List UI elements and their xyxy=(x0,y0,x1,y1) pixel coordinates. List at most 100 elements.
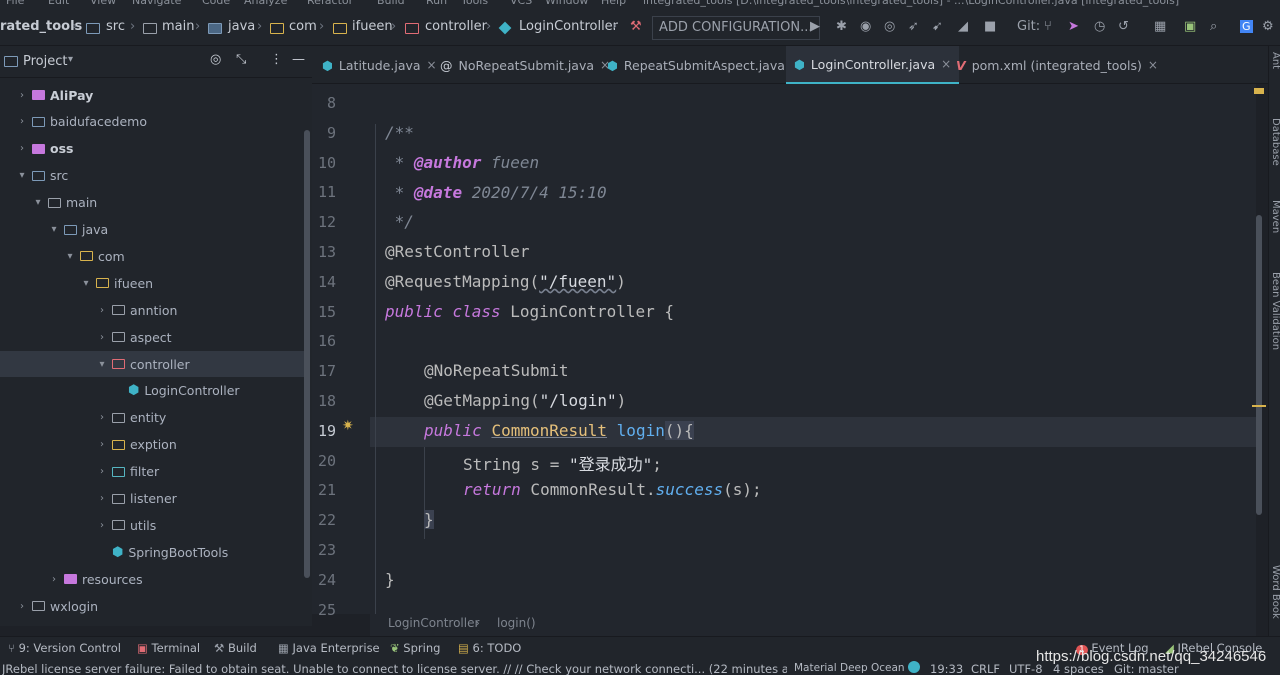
tree-item[interactable]: › listener xyxy=(0,486,306,512)
breadcrumb-method[interactable]: login() xyxy=(497,616,536,630)
chevron-right-icon[interactable]: › xyxy=(48,574,60,585)
todo-tab[interactable]: ▤ 6: TODO xyxy=(458,641,521,655)
line-number[interactable]: 9 xyxy=(312,124,336,142)
bean-validation-tool[interactable]: Bean Validation xyxy=(1270,272,1280,350)
line-number[interactable]: 25 xyxy=(312,601,336,619)
database-tool[interactable]: Database xyxy=(1270,118,1280,166)
status-message[interactable]: JRebel license server failure: Failed to… xyxy=(2,662,787,675)
close-icon[interactable]: × xyxy=(427,58,437,72)
menu-item[interactable]: Build xyxy=(377,0,405,7)
tree-item[interactable]: ▾ ifueen xyxy=(0,270,306,296)
chevron-right-icon[interactable]: › xyxy=(16,90,28,101)
tree-item[interactable]: ▾ main xyxy=(0,190,306,216)
crumb-src[interactable]: src xyxy=(106,19,125,34)
tree-item[interactable]: › filter xyxy=(0,459,306,485)
line-number[interactable]: 20 xyxy=(312,452,336,470)
crumb-com[interactable]: com xyxy=(289,19,317,34)
intention-bulb-icon[interactable]: ✷ xyxy=(342,418,354,434)
tree-item[interactable]: › oss xyxy=(0,136,306,162)
tree-item[interactable]: › baidufacedemo xyxy=(0,109,306,135)
menu-item[interactable]: Code xyxy=(202,0,230,7)
menu-item[interactable]: Edit xyxy=(48,0,69,7)
warning-marker[interactable] xyxy=(1252,405,1266,407)
menu-item[interactable]: Refactor xyxy=(307,0,353,7)
stop-icon[interactable]: ■ xyxy=(984,19,996,34)
translate-icon[interactable]: G xyxy=(1240,20,1253,33)
build-tab[interactable]: ⚒ Build xyxy=(214,641,257,655)
search-icon[interactable]: ⌕ xyxy=(1210,19,1217,34)
menu-item[interactable]: Tools xyxy=(461,0,488,7)
close-icon[interactable]: × xyxy=(1148,58,1158,72)
menu-item[interactable]: File xyxy=(6,0,24,7)
chevron-right-icon[interactable]: › xyxy=(16,601,28,612)
chevron-right-icon[interactable]: › xyxy=(96,520,108,531)
chevron-down-icon[interactable]: ▾ xyxy=(64,251,76,262)
line-number[interactable]: 14 xyxy=(312,273,336,291)
theme-indicator[interactable]: Material Deep Ocean xyxy=(794,662,905,674)
chevron-down-icon[interactable]: ▾ xyxy=(32,197,44,208)
git-push-icon[interactable]: ➤ xyxy=(1068,19,1079,34)
structure-icon[interactable]: ▦ xyxy=(1154,19,1166,34)
jrebel-run-icon[interactable]: ➶ xyxy=(908,19,919,34)
tree-item[interactable]: › exption xyxy=(0,432,306,458)
editor-scrollbar[interactable] xyxy=(1256,215,1262,515)
maven-tool[interactable]: Maven xyxy=(1270,200,1280,233)
line-number[interactable]: 11 xyxy=(312,183,336,201)
close-icon[interactable]: × xyxy=(941,57,951,71)
terminal-tab[interactable]: ▣ Terminal xyxy=(137,641,200,655)
tree-item[interactable]: › anntion xyxy=(0,297,306,323)
tree-item[interactable]: › entity xyxy=(0,405,306,431)
tree-item[interactable]: ▾ src xyxy=(0,163,306,189)
tree-scrollbar[interactable] xyxy=(304,130,310,578)
coverage-icon[interactable]: ◉ xyxy=(860,19,871,34)
menu-item[interactable]: Run xyxy=(426,0,447,7)
code-editor[interactable]: /** * @author fueen * @date 2020/7/4 15:… xyxy=(370,84,1256,614)
tree-item[interactable]: › resources xyxy=(0,566,306,592)
tab-repeatsubmitaspect[interactable]: ⬢ RepeatSubmitAspect.java × xyxy=(607,46,801,84)
tab-latitude[interactable]: ⬢ Latitude.java × xyxy=(322,46,437,84)
add-configuration-button[interactable]: ADD CONFIGURATION... xyxy=(652,16,820,40)
line-number[interactable]: 21 xyxy=(312,481,336,499)
chevron-down-icon[interactable]: ▾ xyxy=(80,278,92,289)
chevron-right-icon[interactable]: › xyxy=(16,116,28,127)
tree-item[interactable]: ▾ com xyxy=(0,243,306,269)
chevron-right-icon[interactable]: › xyxy=(96,439,108,450)
chevron-right-icon[interactable]: › xyxy=(96,493,108,504)
menu-item[interactable]: Analyze xyxy=(244,0,287,7)
chevron-down-icon[interactable]: ▾ xyxy=(96,359,108,370)
line-number[interactable]: 17 xyxy=(312,362,336,380)
chevron-right-icon[interactable]: › xyxy=(96,305,108,316)
tree-item[interactable]: › wxlogin xyxy=(0,593,306,619)
menu-item[interactable]: Navigate xyxy=(132,0,181,7)
menu-item[interactable]: View xyxy=(90,0,116,7)
version-control-tab[interactable]: ⑂ 9: Version Control xyxy=(8,641,121,655)
tree-item[interactable]: ⬢ LoginController xyxy=(0,378,306,404)
spring-tab[interactable]: ❦ Spring xyxy=(390,641,440,655)
run-icon[interactable]: ▶ xyxy=(810,19,820,34)
warning-marker[interactable] xyxy=(1254,88,1264,94)
jrebel-debug-icon[interactable]: ➹ xyxy=(932,19,943,34)
line-number[interactable]: 22 xyxy=(312,511,336,529)
locate-icon[interactable]: ◎ xyxy=(210,52,221,67)
crumb-main[interactable]: main xyxy=(162,19,194,34)
tab-pom[interactable]: V pom.xml (integrated_tools) × xyxy=(956,46,1158,84)
line-number[interactable]: 19 xyxy=(312,422,336,440)
crumb-java[interactable]: java xyxy=(228,19,255,34)
chevron-right-icon[interactable]: › xyxy=(96,466,108,477)
git-update-icon[interactable]: ⑂ xyxy=(1044,19,1052,34)
breadcrumb-class[interactable]: LoginController xyxy=(388,616,479,630)
chevron-down-icon[interactable]: ▾ xyxy=(16,170,28,181)
profile-icon[interactable]: ◎ xyxy=(884,19,895,34)
debug-icon[interactable]: ✱ xyxy=(836,19,847,34)
hammer-icon[interactable]: ⚒ xyxy=(630,19,642,34)
line-number[interactable]: 8 xyxy=(312,94,336,112)
tab-logincontroller[interactable]: ⬢ LoginController.java × xyxy=(786,46,960,84)
hide-icon[interactable]: — xyxy=(292,52,305,67)
tree-item[interactable]: ▾ controller xyxy=(0,351,306,377)
tree-item[interactable]: ▾ java xyxy=(0,217,306,243)
word-book-tool[interactable]: Word Book xyxy=(1270,565,1280,619)
project-view-title[interactable]: Project xyxy=(23,54,67,69)
line-number[interactable]: 24 xyxy=(312,571,336,589)
line-separator[interactable]: CRLF xyxy=(971,662,1000,675)
tab-norepeatsubmit[interactable]: @ NoRepeatSubmit.java × xyxy=(440,46,610,84)
